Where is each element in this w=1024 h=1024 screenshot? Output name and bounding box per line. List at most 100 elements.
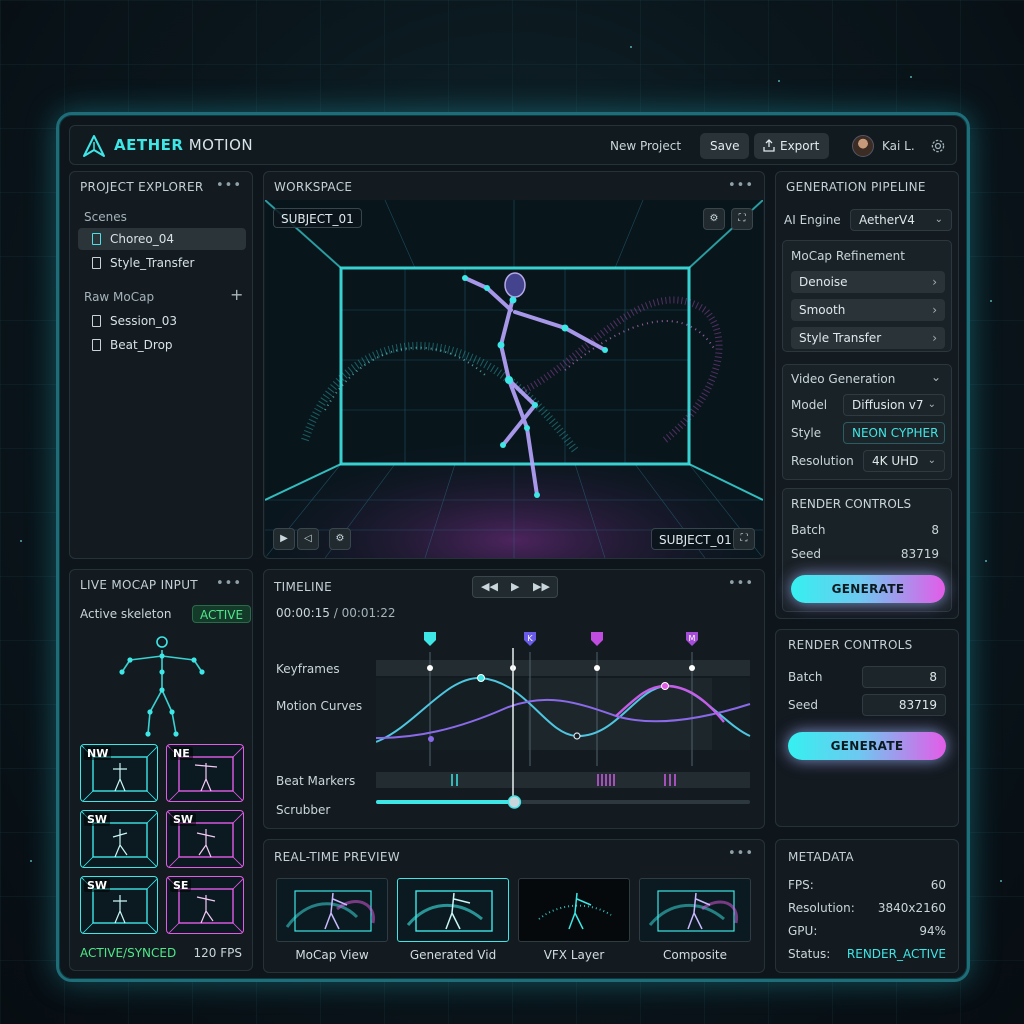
- fast-forward-icon[interactable]: ▶▶: [533, 580, 550, 593]
- background-star: [778, 80, 780, 82]
- preview-image: [285, 890, 375, 932]
- panel-title: REAL-TIME PREVIEW: [274, 850, 400, 864]
- mocap-fps: 120 FPS: [193, 946, 242, 960]
- camera-thumb[interactable]: NW: [80, 744, 158, 802]
- camera-tag: SW: [170, 813, 197, 826]
- generate-button-secondary[interactable]: GENERATE: [788, 732, 946, 760]
- top-bar: AETHER MOTION New Project Save Export Ka…: [69, 125, 957, 165]
- batch-label: Batch: [791, 523, 826, 537]
- preview-thumb-generated[interactable]: [397, 878, 509, 942]
- viewport-settings-icon[interactable]: ⚙: [703, 208, 725, 230]
- preview-label: VFX Layer: [543, 948, 605, 962]
- seed-label: Seed: [788, 698, 818, 712]
- logo-icon: [83, 135, 105, 157]
- fullscreen-icon[interactable]: ⛶: [731, 208, 753, 230]
- live-mocap-panel: LIVE MOCAP INPUT ••• Active skeleton ACT…: [69, 569, 253, 971]
- add-icon[interactable]: +: [230, 285, 243, 304]
- scene-item[interactable]: Style_Transfer: [78, 252, 246, 274]
- batch-field[interactable]: 8: [862, 666, 946, 688]
- more-options-icon[interactable]: •••: [728, 576, 754, 591]
- render-controls-group: RENDER CONTROLS Batch 8 Seed 83719 GENER…: [782, 488, 952, 612]
- play-button-icon[interactable]: ▶: [511, 580, 519, 593]
- scenes-heading: Scenes: [84, 210, 127, 224]
- file-icon: [92, 315, 101, 327]
- background-star: [990, 300, 992, 302]
- style-select[interactable]: NEON CYPHER: [843, 422, 945, 444]
- timeline-graph[interactable]: K M: [376, 626, 754, 826]
- model-select[interactable]: Diffusion v7 ⌄: [843, 394, 945, 416]
- denoise-step[interactable]: Denoise ›: [791, 271, 945, 293]
- scene-item[interactable]: Choreo_04: [78, 228, 246, 250]
- mocap-item[interactable]: Beat_Drop: [78, 334, 246, 356]
- beat-markers-label: Beat Markers: [276, 774, 356, 788]
- preview-label: Composite: [662, 948, 728, 962]
- more-options-icon[interactable]: •••: [216, 178, 242, 193]
- status-value: RENDER_ACTIVE: [846, 947, 946, 961]
- video-generation-heading: Video Generation: [791, 372, 896, 386]
- model-label: Model: [791, 398, 828, 412]
- camera-thumb[interactable]: NE: [166, 744, 244, 802]
- keyframe-marker[interactable]: [424, 632, 436, 646]
- smooth-step[interactable]: Smooth ›: [791, 299, 945, 321]
- mocap-refinement-group: MoCap Refinement Denoise › Smooth › Style …: [782, 240, 952, 352]
- save-button[interactable]: Save: [700, 133, 750, 159]
- preview-thumb-mocap[interactable]: [276, 878, 388, 942]
- project-explorer-panel: PROJECT EXPLORER ••• Scenes Choreo_04 St…: [69, 171, 253, 559]
- camera-thumb[interactable]: SW: [166, 810, 244, 868]
- ai-engine-select[interactable]: AetherV4 ⌄: [850, 209, 952, 231]
- export-icon: [763, 139, 775, 152]
- subject-label-top: SUBJECT_01: [273, 208, 362, 228]
- gear-icon[interactable]: [930, 138, 946, 154]
- background-star: [630, 46, 632, 48]
- rewind-icon[interactable]: ◀◀: [481, 580, 498, 593]
- more-options-icon[interactable]: •••: [728, 846, 754, 861]
- panel-title: LIVE MOCAP INPUT: [80, 578, 198, 592]
- step-label: Denoise: [799, 275, 848, 289]
- camera-thumb[interactable]: SW: [80, 810, 158, 868]
- more-options-icon[interactable]: •••: [728, 178, 754, 193]
- new-project-link[interactable]: New Project: [610, 139, 681, 153]
- scrubber-label: Scrubber: [276, 803, 331, 817]
- fps-value: 60: [930, 878, 946, 892]
- render-controls-heading: RENDER CONTROLS: [791, 497, 912, 511]
- style-transfer-step[interactable]: Style Transfer ›: [791, 327, 945, 349]
- batch-label: Batch: [788, 670, 823, 684]
- keyframe-marker[interactable]: [591, 632, 603, 646]
- background-star: [20, 540, 22, 542]
- panel-title: WORKSPACE: [274, 180, 353, 194]
- batch-value[interactable]: 8: [931, 523, 939, 537]
- more-options-icon[interactable]: •••: [216, 576, 242, 591]
- play-icon[interactable]: ▶: [273, 528, 295, 550]
- expand-icon[interactable]: ⛶: [733, 528, 755, 550]
- panel-title: METADATA: [788, 850, 854, 864]
- timecode: 00:00:15 / 00:01:22: [276, 606, 396, 620]
- camera-thumb[interactable]: SW: [80, 876, 158, 934]
- subject-label-bottom: SUBJECT_01: [651, 528, 740, 550]
- mocap-item[interactable]: Session_03: [78, 310, 246, 332]
- export-button[interactable]: Export: [754, 133, 830, 159]
- camera-tag: NE: [170, 747, 193, 760]
- mocap-item-label: Beat_Drop: [110, 338, 173, 352]
- user-avatar[interactable]: [852, 135, 874, 157]
- preview-thumb-composite[interactable]: [639, 878, 751, 942]
- resolution-label: Resolution: [791, 454, 854, 468]
- volume-icon[interactable]: ◁: [297, 528, 319, 550]
- camera-thumb[interactable]: SE: [166, 876, 244, 934]
- transport-controls: ◀◀ ▶ ▶▶: [472, 576, 558, 598]
- resolution-select[interactable]: 4K UHD ⌄: [863, 450, 945, 472]
- viewport-scene: [265, 200, 763, 558]
- file-icon: [92, 339, 101, 351]
- raw-mocap-heading: Raw MoCap: [84, 290, 155, 304]
- chevron-down-icon: ⌄: [927, 399, 936, 410]
- background-star: [985, 560, 987, 562]
- collapse-chevron-icon[interactable]: ⌄: [931, 370, 941, 384]
- preview-thumb-vfx[interactable]: [518, 878, 630, 942]
- scrubber-handle[interactable]: [507, 795, 522, 809]
- seed-value[interactable]: 83719: [901, 547, 939, 561]
- ai-engine-label: AI Engine: [784, 213, 841, 227]
- seed-field[interactable]: 83719: [862, 694, 946, 716]
- export-label: Export: [780, 139, 820, 153]
- viewport-gear-icon[interactable]: ⚙: [329, 528, 351, 550]
- viewport[interactable]: SUBJECT_01 ⚙ ⛶ ▶ ◁ ⚙ SUBJECT_01 ⛶: [265, 200, 763, 558]
- generate-button[interactable]: GENERATE: [791, 575, 945, 603]
